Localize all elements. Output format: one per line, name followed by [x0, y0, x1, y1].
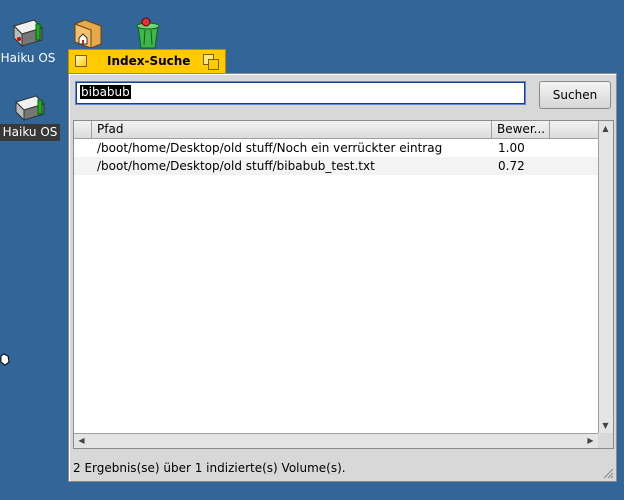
- status-text: 2 Ergebnis(se) über 1 indizierte(s) Volu…: [73, 461, 346, 475]
- horizontal-scrollbar[interactable]: ◀ ▶: [74, 433, 598, 448]
- desktop-icon-label: Haiku OS: [0, 124, 61, 141]
- scroll-right-arrow-icon[interactable]: ▶: [584, 434, 597, 447]
- results-list[interactable]: Pfad Bewer... /boot/home/Desktop/old stu…: [73, 120, 614, 449]
- search-input[interactable]: bibabub: [75, 81, 526, 105]
- home-folder-icon: [74, 19, 102, 48]
- column-header-empty: [550, 121, 598, 138]
- result-score: 1.00: [498, 141, 525, 155]
- close-box-icon[interactable]: [75, 55, 87, 67]
- scroll-up-arrow-icon[interactable]: ▲: [599, 122, 612, 135]
- result-path: /boot/home/Desktop/old stuff/bibabub_tes…: [97, 159, 375, 173]
- vertical-scrollbar[interactable]: ▲ ▼: [598, 121, 613, 433]
- desktop-icon-trash[interactable]: [116, 16, 180, 50]
- scroll-left-arrow-icon[interactable]: ◀: [75, 434, 88, 447]
- hand-pointer-icon: [0, 353, 10, 366]
- column-header-path[interactable]: Pfad: [92, 121, 492, 138]
- desktop-icon-haiku-os-selected[interactable]: Haiku OS: [0, 92, 62, 141]
- result-path: /boot/home/Desktop/old stuff/Noch ein ve…: [97, 141, 443, 155]
- desktop-icon-home[interactable]: [56, 16, 120, 48]
- column-header-score[interactable]: Bewer...: [492, 121, 550, 138]
- table-row[interactable]: /boot/home/Desktop/old stuff/bibabub_tes…: [74, 157, 598, 175]
- result-score: 0.72: [498, 159, 525, 173]
- scroll-down-arrow-icon[interactable]: ▼: [599, 419, 612, 432]
- desktop-icon-haiku-os[interactable]: Haiku OS: [0, 16, 60, 67]
- scrollbar-corner: [598, 433, 613, 448]
- resize-grip-icon[interactable]: [601, 466, 614, 479]
- table-row[interactable]: /boot/home/Desktop/old stuff/Noch ein ve…: [74, 139, 598, 157]
- results-header: Pfad Bewer...: [74, 121, 598, 139]
- window-tab[interactable]: Index-Suche: [68, 49, 226, 73]
- column-spacer: [74, 121, 92, 138]
- window-title: Index-Suche: [107, 54, 191, 68]
- desktop-icon-label: Haiku OS: [0, 51, 56, 65]
- search-button[interactable]: Suchen: [539, 81, 611, 109]
- index-search-window: bibabub Suchen Pfad Bewer... /boot/home/…: [68, 73, 617, 482]
- drive-icon: [15, 95, 45, 122]
- drive-icon: [13, 19, 43, 48]
- search-input-value: bibabub: [80, 85, 131, 99]
- zoom-icon[interactable]: [203, 54, 219, 70]
- trash-icon: [136, 17, 160, 49]
